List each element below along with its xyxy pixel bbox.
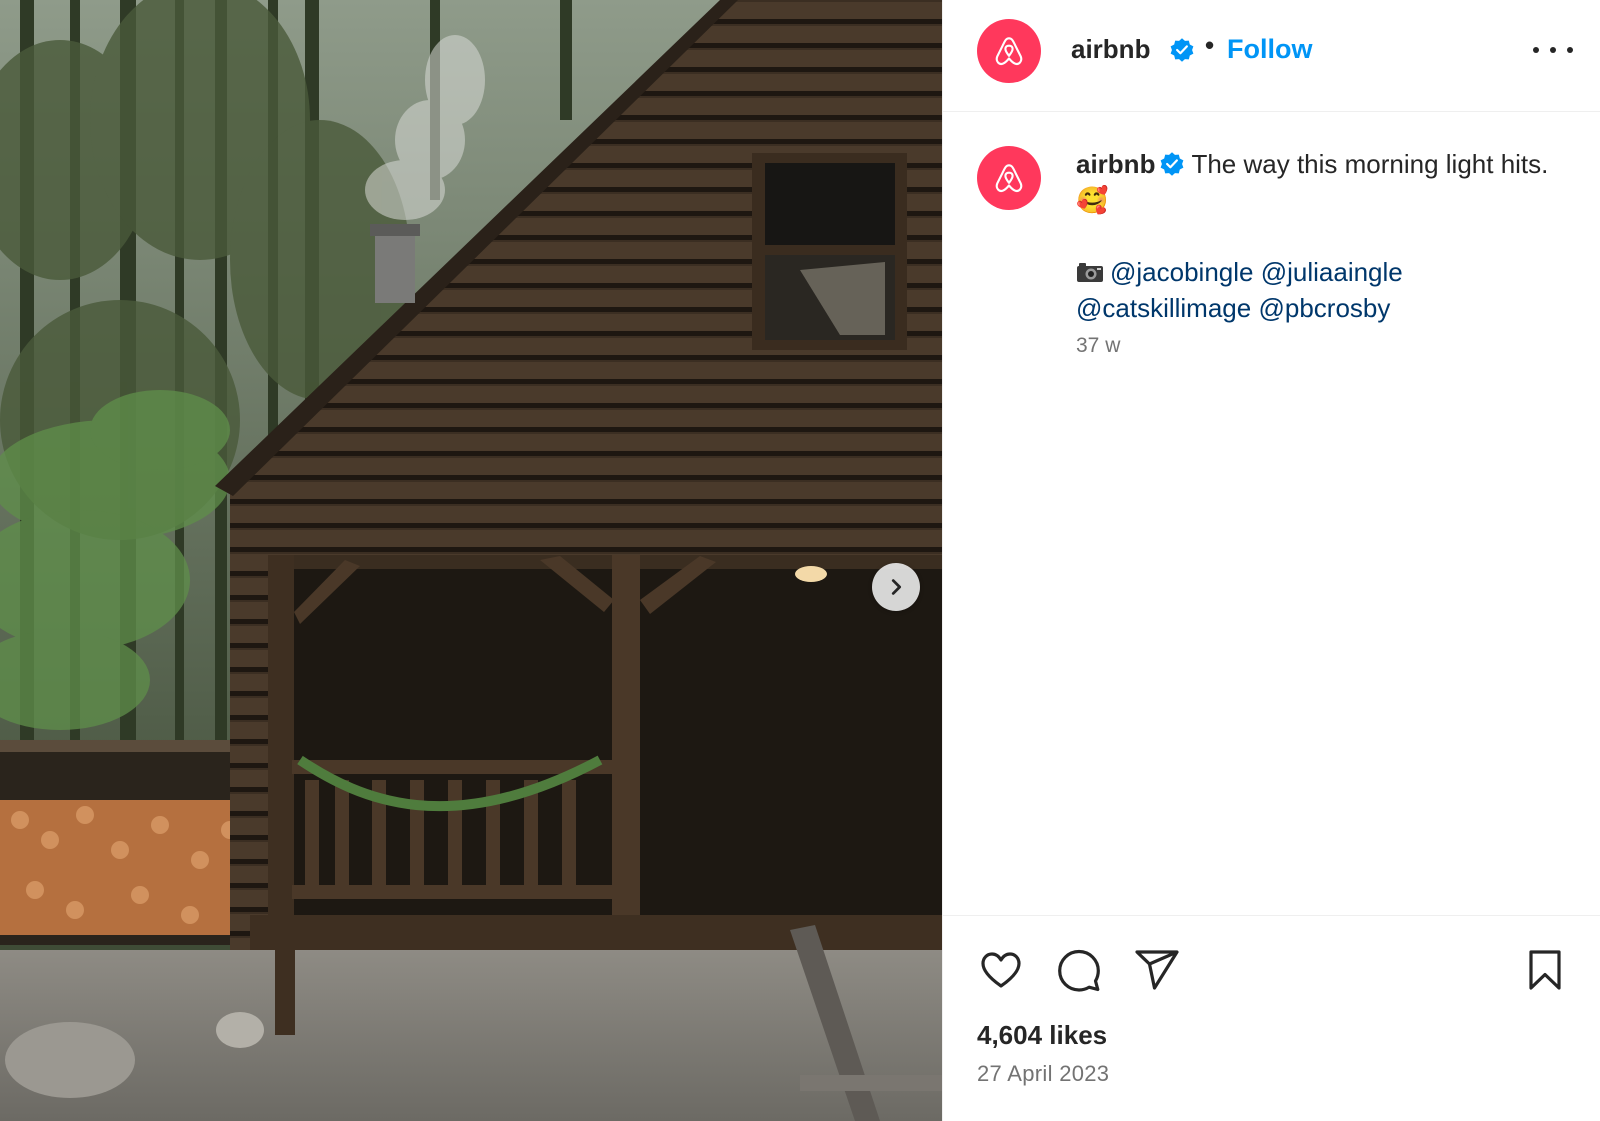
mention-link[interactable]: @pbcrosby (1258, 293, 1390, 323)
share-icon (1135, 950, 1179, 990)
post-header: airbnb • Follow (943, 0, 1600, 112)
caption-timestamp[interactable]: 37 w (1076, 334, 1120, 358)
caption-first-paragraph: airbnb The way this morning light hits. … (1076, 146, 1576, 218)
caption-avatar[interactable] (977, 146, 1041, 210)
post-details-panel: airbnb • Follow airbnb The way this morn… (942, 0, 1600, 1121)
verified-badge-icon (1170, 38, 1194, 62)
post-photo[interactable] (0, 0, 942, 1121)
likes-count[interactable]: 4,604 likes (977, 1020, 1107, 1051)
follow-button[interactable]: Follow (1227, 34, 1312, 65)
more-options-icon[interactable] (1533, 36, 1573, 64)
more-dot (1567, 47, 1573, 53)
comment-icon (1058, 949, 1100, 992)
header-username[interactable]: airbnb (1071, 34, 1150, 65)
save-button[interactable] (1521, 946, 1569, 994)
airbnb-logo-icon (995, 164, 1023, 193)
cabin-photo-image (0, 0, 942, 1121)
header-separator: • (1205, 30, 1215, 60)
chevron-right-icon (891, 579, 902, 595)
next-image-button[interactable] (872, 563, 920, 611)
caption-text: airbnb The way this morning light hits. … (1076, 146, 1576, 326)
mention-link[interactable]: @catskillimage (1076, 293, 1251, 323)
verified-badge-icon (1161, 152, 1184, 176)
share-button[interactable] (1133, 946, 1181, 994)
more-dot (1550, 47, 1556, 53)
bookmark-icon (1529, 950, 1561, 990)
caption-username[interactable]: airbnb (1076, 149, 1155, 179)
more-dot (1533, 47, 1539, 53)
mention-link[interactable]: @jacobingle (1110, 257, 1253, 287)
comment-button[interactable] (1055, 946, 1103, 994)
post-date[interactable]: 27 April 2023 (977, 1061, 1109, 1087)
caption-credits: @jacobingle @juliaaingle @catskillimage … (1076, 254, 1576, 326)
like-button[interactable] (977, 946, 1025, 994)
heart-icon (981, 952, 1021, 988)
post-actions: 4,604 likes 27 April 2023 (943, 915, 1600, 1121)
caption-body: The way this morning light hits. (1191, 149, 1549, 179)
avatar[interactable] (977, 19, 1041, 83)
camera-icon (1077, 263, 1103, 282)
caption-emoji: 🥰 (1076, 185, 1109, 215)
airbnb-logo-icon (995, 37, 1023, 66)
mention-link[interactable]: @juliaaingle (1261, 257, 1403, 287)
